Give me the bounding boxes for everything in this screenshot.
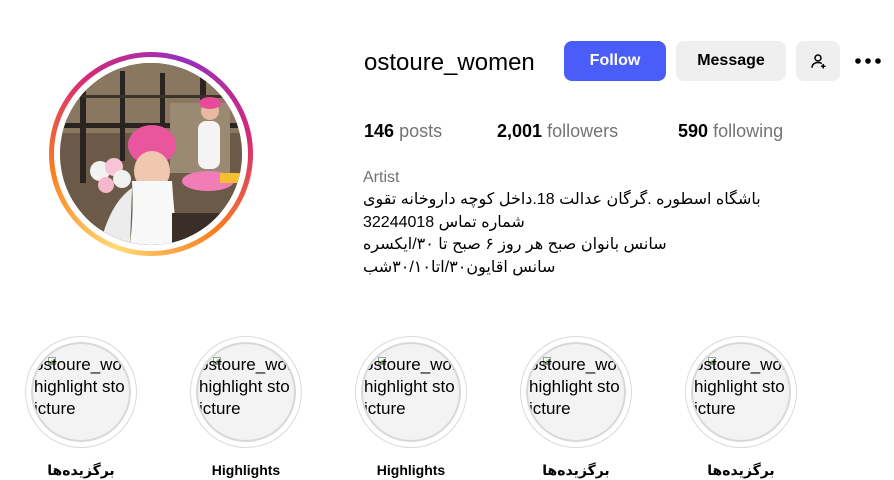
profile-photo-illustration bbox=[60, 63, 242, 245]
ellipsis-icon bbox=[855, 58, 881, 64]
highlight-ring: ostoure_wor highlight sto icture bbox=[190, 336, 302, 448]
highlight-label: برگزیده‌ها bbox=[47, 462, 115, 478]
highlight-alt-text: ostoure_wor highlight sto icture bbox=[694, 355, 788, 418]
highlight-label: Highlights bbox=[376, 462, 446, 478]
profile-username: ostoure_women bbox=[364, 49, 535, 76]
highlight-cover: ostoure_wor highlight sto icture bbox=[31, 342, 131, 442]
profile-avatar[interactable] bbox=[60, 63, 242, 245]
highlight-alt-text: ostoure_wor highlight sto icture bbox=[529, 355, 623, 418]
suggested-users-button[interactable] bbox=[796, 41, 840, 81]
posts-stat: 146 posts bbox=[364, 119, 442, 143]
highlight-cover: ostoure_wor highlight sto icture bbox=[526, 342, 626, 442]
highlight-ring: ostoure_wor highlight sto icture bbox=[25, 336, 137, 448]
highlight-alt-text: ostoure_wor highlight sto icture bbox=[199, 355, 293, 418]
highlight-label: برگزیده‌ها bbox=[707, 462, 775, 478]
avatar-inner-border bbox=[54, 57, 248, 251]
highlight-ring: ostoure_wor highlight sto icture bbox=[355, 336, 467, 448]
followers-count: 2,001 bbox=[497, 121, 543, 141]
more-options-button[interactable] bbox=[850, 45, 886, 77]
bio-line: سانس اقایون۳۰/اتا۳۰/۱۰شب bbox=[363, 258, 556, 276]
bio-line: سانس بانوان صبح هر روز ۶ صبح تا ۳۰/ایکسر… bbox=[363, 236, 667, 253]
highlight-cover: ostoure_wor highlight sto icture bbox=[691, 342, 791, 442]
highlight-alt-text: ostoure_wor highlight sto icture bbox=[364, 355, 458, 418]
followers-stat[interactable]: 2,001 followers bbox=[497, 119, 618, 143]
highlight-cover: ostoure_wor highlight sto icture bbox=[196, 342, 296, 442]
highlight-alt-text: ostoure_wor highlight sto icture bbox=[34, 355, 128, 418]
highlight-label: Highlights bbox=[211, 462, 281, 478]
followers-label: followers bbox=[547, 121, 619, 141]
following-label: following bbox=[713, 121, 784, 141]
highlight-cover: ostoure_wor highlight sto icture bbox=[361, 342, 461, 442]
following-stat[interactable]: 590 following bbox=[678, 119, 783, 143]
profile-category: Artist bbox=[363, 169, 400, 186]
profile-avatar-story-ring[interactable] bbox=[49, 52, 253, 256]
bio-line: باشگاه اسطوره .گرگان عدالت 18.داخل کوچه … bbox=[363, 191, 761, 208]
highlight-label: برگزیده‌ها bbox=[542, 462, 610, 478]
following-count: 590 bbox=[678, 121, 709, 141]
posts-count: 146 bbox=[364, 121, 395, 141]
posts-label: posts bbox=[399, 121, 443, 141]
message-button[interactable]: Message bbox=[676, 41, 786, 81]
follow-button[interactable]: Follow bbox=[564, 41, 666, 81]
bio-line: شماره تماس 32244018 bbox=[363, 213, 525, 231]
highlight-ring: ostoure_wor highlight sto icture bbox=[685, 336, 797, 448]
profile-bio: باشگاه اسطوره .گرگان عدالت 18.داخل کوچه … bbox=[363, 189, 783, 279]
person-plus-icon bbox=[811, 54, 826, 69]
highlight-ring: ostoure_wor highlight sto icture bbox=[520, 336, 632, 448]
